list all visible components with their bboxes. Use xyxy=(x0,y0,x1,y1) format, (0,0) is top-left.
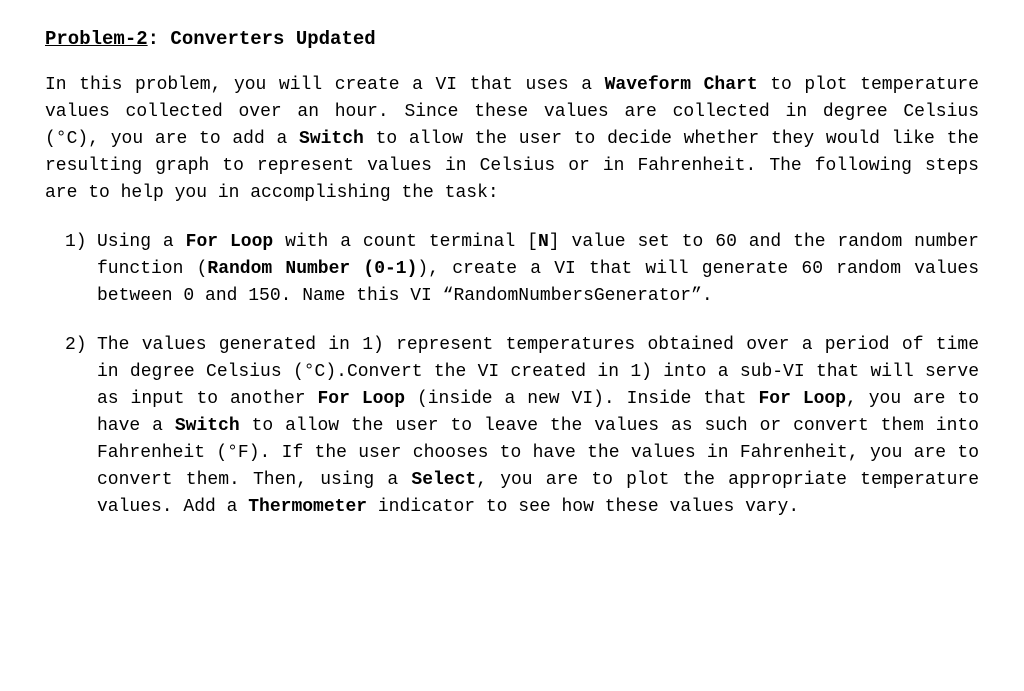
list-content-1: Using a For Loop with a count terminal [… xyxy=(97,229,979,310)
list-num-1: 1) xyxy=(65,229,97,310)
item2-select: Select xyxy=(411,470,476,490)
intro-paragraph: In this problem, you will create a VI th… xyxy=(45,72,979,207)
intro-bold-switch: Switch xyxy=(299,129,364,149)
title-label: Problem-2 xyxy=(45,28,148,50)
list-num-2: 2) xyxy=(65,332,97,521)
intro-text-a: In this problem, you will create a VI th… xyxy=(45,75,605,95)
item2-thermometer: Thermometer xyxy=(248,497,367,517)
list-item-2: 2) The values generated in 1) represent … xyxy=(45,332,979,521)
list-content-2: The values generated in 1) represent tem… xyxy=(97,332,979,521)
list-item-1: 1) Using a For Loop with a count termina… xyxy=(45,229,979,310)
item1-t1: Using a xyxy=(97,232,186,252)
problem-title: Problem-2: Converters Updated xyxy=(45,25,979,54)
item2-switch: Switch xyxy=(175,416,240,436)
item2-forloop2: For Loop xyxy=(759,389,847,409)
item2-t11: indicator to see how these values vary. xyxy=(367,497,799,517)
intro-bold-waveform: Waveform Chart xyxy=(605,75,758,95)
item2-forloop1: For Loop xyxy=(318,389,406,409)
title-suffix: : Converters Updated xyxy=(148,28,376,50)
item2-t3: (inside a new VI). Inside that xyxy=(405,389,758,409)
item1-random: Random Number (0-1) xyxy=(207,259,417,279)
item1-n: N xyxy=(538,232,549,252)
item1-forloop: For Loop xyxy=(186,232,274,252)
item1-t3: with a count terminal [ xyxy=(273,232,538,252)
